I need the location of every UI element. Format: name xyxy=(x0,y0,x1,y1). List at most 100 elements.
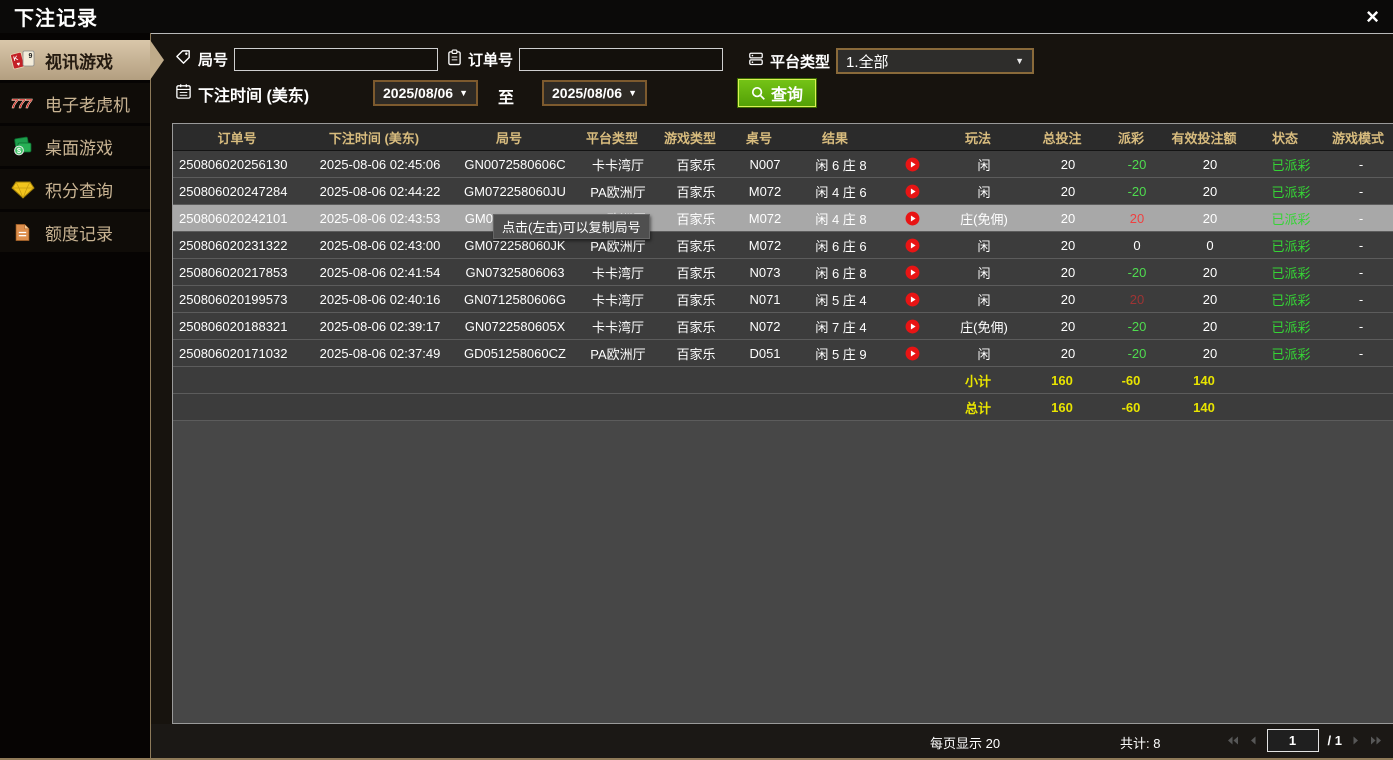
cell-play_type: 闲 xyxy=(939,151,1029,177)
column-header-3[interactable]: 平台类型 xyxy=(571,124,653,150)
cell-game_type: 百家乐 xyxy=(659,259,733,285)
cell-status: 已派彩 xyxy=(1253,205,1329,231)
cell-result: 闲 6 庄 8 xyxy=(797,151,885,177)
cell-platform: PA欧洲厅 xyxy=(577,178,659,204)
subtotal-total_bet: 160 xyxy=(1023,367,1101,393)
column-header-4[interactable]: 游戏类型 xyxy=(653,124,727,150)
column-header-7[interactable] xyxy=(879,124,933,150)
column-header-13[interactable]: 游戏模式 xyxy=(1323,124,1393,150)
cell-play_type: 闲 xyxy=(939,259,1029,285)
play-video-icon[interactable] xyxy=(905,319,920,334)
svg-text:9: 9 xyxy=(28,53,32,60)
cell-status: 已派彩 xyxy=(1253,340,1329,366)
table-row[interactable]: 2508060202421012025-08-06 02:43:53GM0722… xyxy=(173,205,1393,232)
query-button[interactable]: 查询 xyxy=(738,79,816,107)
play-video-icon[interactable] xyxy=(905,238,920,253)
chevron-down-icon: ▼ xyxy=(459,88,468,98)
prev-page-icon[interactable] xyxy=(1248,735,1258,746)
play-video-icon[interactable] xyxy=(905,157,920,172)
column-header-11[interactable]: 有效投注额 xyxy=(1161,124,1247,150)
platform-list-icon xyxy=(748,51,764,72)
platform-type-filter: 平台类型 1.全部 ▼ xyxy=(748,48,1034,74)
records-table: 订单号下注时间 (美东)局号平台类型游戏类型桌号结果 玩法总投注派彩有效投注额状态… xyxy=(172,123,1393,724)
cell-result: 闲 5 庄 4 xyxy=(797,286,885,312)
date-from-picker[interactable]: 2025/08/06 ▼ xyxy=(373,80,478,106)
page-input[interactable] xyxy=(1267,729,1319,752)
cell-status: 已派彩 xyxy=(1253,151,1329,177)
first-page-icon[interactable] xyxy=(1226,735,1239,746)
total-bet_time xyxy=(301,394,447,420)
play-video-icon[interactable] xyxy=(905,292,920,307)
table-row[interactable]: 2508060202178532025-08-06 02:41:54GN0732… xyxy=(173,259,1393,286)
table-row[interactable]: 2508060202313222025-08-06 02:43:00GM0722… xyxy=(173,232,1393,259)
table-row[interactable]: 2508060201710322025-08-06 02:37:49GD0512… xyxy=(173,340,1393,367)
cell-order_no: 250806020217853 xyxy=(173,259,307,285)
subtotal-valid_bet: 140 xyxy=(1161,367,1247,393)
cell-payout: -20 xyxy=(1107,178,1167,204)
date-from-group: 2025/08/06 ▼ xyxy=(373,80,478,106)
cell-round_no: GN0712580606G xyxy=(453,286,577,312)
cell-result: 闲 6 庄 8 xyxy=(797,259,885,285)
column-header-2[interactable]: 局号 xyxy=(447,124,571,150)
cell-total_bet: 20 xyxy=(1029,178,1107,204)
column-header-0[interactable]: 订单号 xyxy=(173,124,301,150)
play-video-icon[interactable] xyxy=(905,265,920,280)
play-video-icon[interactable] xyxy=(905,184,920,199)
cell-table_no: N071 xyxy=(733,286,797,312)
cell-payout: -20 xyxy=(1107,259,1167,285)
sidebar-item-0[interactable]: K♥9视讯游戏 xyxy=(0,40,150,80)
table-row[interactable]: 2508060202561302025-08-06 02:45:06GN0072… xyxy=(173,151,1393,178)
table-row[interactable]: 2508060201995732025-08-06 02:40:16GN0712… xyxy=(173,286,1393,313)
cell-play_type: 闲 xyxy=(939,232,1029,258)
date-to-picker[interactable]: 2025/08/06 ▼ xyxy=(542,80,647,106)
sidebar-item-2[interactable]: $桌面游戏 xyxy=(0,126,150,166)
sidebar-item-3[interactable]: 积分查询 xyxy=(0,169,150,209)
total-game_mode xyxy=(1323,394,1393,420)
last-page-icon[interactable] xyxy=(1370,735,1383,746)
cell-play_type: 闲 xyxy=(939,340,1029,366)
subtotal-game_mode xyxy=(1323,367,1393,393)
subtotal-play_type: 小计 xyxy=(933,367,1023,393)
total-play_type: 总计 xyxy=(933,394,1023,420)
order-no-input[interactable] xyxy=(519,48,723,71)
table-row[interactable]: 2508060201883212025-08-06 02:39:17GN0722… xyxy=(173,313,1393,340)
query-button-label: 查询 xyxy=(771,81,803,105)
cell-round_no: GN07325806063 xyxy=(453,259,577,285)
cell-round_no: GM072258060JU xyxy=(453,178,577,204)
column-header-1[interactable]: 下注时间 (美东) xyxy=(301,124,447,150)
cell-total_bet: 20 xyxy=(1029,340,1107,366)
next-page-icon[interactable] xyxy=(1351,735,1361,746)
cell-game_mode: - xyxy=(1329,340,1393,366)
diamond-icon xyxy=(9,180,36,199)
cell-result: 闲 6 庄 6 xyxy=(797,232,885,258)
page-size-label: 每页显示 20 xyxy=(930,733,1000,752)
cell-video xyxy=(885,259,939,285)
play-video-icon[interactable] xyxy=(905,346,920,361)
sidebar-item-1[interactable]: 777电子老虎机 xyxy=(0,83,150,123)
cell-game_type: 百家乐 xyxy=(659,151,733,177)
cell-game_type: 百家乐 xyxy=(659,205,733,231)
column-header-6[interactable]: 结果 xyxy=(791,124,879,150)
cell-result: 闲 5 庄 9 xyxy=(797,340,885,366)
cell-result: 闲 4 庄 6 xyxy=(797,178,885,204)
column-header-10[interactable]: 派彩 xyxy=(1101,124,1161,150)
tag-icon xyxy=(175,49,192,71)
calendar-icon xyxy=(175,83,192,105)
column-header-5[interactable]: 桌号 xyxy=(727,124,791,150)
cell-order_no: 250806020242101 xyxy=(173,205,307,231)
platform-type-select[interactable]: 1.全部 ▼ xyxy=(836,48,1034,74)
column-header-12[interactable]: 状态 xyxy=(1247,124,1323,150)
column-header-9[interactable]: 总投注 xyxy=(1023,124,1101,150)
order-no-label: 订单号 xyxy=(468,49,513,70)
subtotal-game_type xyxy=(653,367,727,393)
table-row[interactable]: 2508060202472842025-08-06 02:44:22GM0722… xyxy=(173,178,1393,205)
sidebar-item-4[interactable]: 额度记录 xyxy=(0,212,150,252)
pager: / 1 xyxy=(1226,729,1383,752)
column-header-8[interactable]: 玩法 xyxy=(933,124,1023,150)
cell-status: 已派彩 xyxy=(1253,178,1329,204)
round-no-input[interactable] xyxy=(234,48,438,71)
close-icon[interactable]: × xyxy=(1366,6,1379,28)
cell-bet_time: 2025-08-06 02:37:49 xyxy=(307,340,453,366)
play-video-icon[interactable] xyxy=(905,211,920,226)
cell-game_mode: - xyxy=(1329,205,1393,231)
